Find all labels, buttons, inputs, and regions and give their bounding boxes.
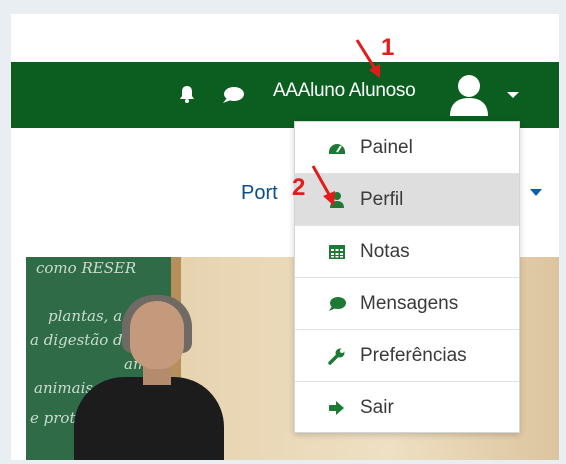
dashboard-icon [329,144,345,154]
annotation-marker-2: 2 [292,174,306,201]
language-caret-icon[interactable] [530,189,542,196]
menu-item-label: Perfil [360,189,404,210]
board-text-line: plantas, a [48,307,123,325]
menu-item-sair[interactable]: Sair [295,382,519,434]
person-head [130,301,184,369]
menu-item-label: Painel [360,137,413,158]
menu-item-label: Mensagens [360,293,459,314]
language-selector[interactable]: Port [241,182,278,205]
sign-out-icon [329,401,344,415]
wrench-icon [328,348,345,365]
user-menu-caret-icon[interactable] [507,92,519,98]
top-navbar: AAAluno Alunoso [11,62,559,128]
page-frame: AAAluno Alunoso Port como RESER plantas,… [11,14,559,460]
table-icon [329,245,345,259]
annotation-arrow-2 [311,165,335,206]
menu-item-label: Preferências [360,345,467,366]
menu-item-notas[interactable]: Notas [295,226,519,278]
user-name-link[interactable]: AAAluno Alunoso [273,80,416,102]
menu-item-label: Notas [360,241,410,262]
chat-icon[interactable] [221,86,245,104]
annotation-arrow-1 [355,39,380,78]
user-avatar-icon[interactable] [445,72,493,120]
board-text-line: a digestão d [30,331,123,349]
menu-item-mensagens[interactable]: Mensagens [295,278,519,330]
menu-item-preferencias[interactable]: Preferências [295,330,519,382]
bell-icon[interactable] [177,84,197,104]
message-icon [329,297,346,311]
menu-item-label: Sair [360,397,394,418]
board-text-line: e prot [30,409,76,427]
person-body [74,377,224,460]
board-text-line: como RESER [36,259,137,277]
